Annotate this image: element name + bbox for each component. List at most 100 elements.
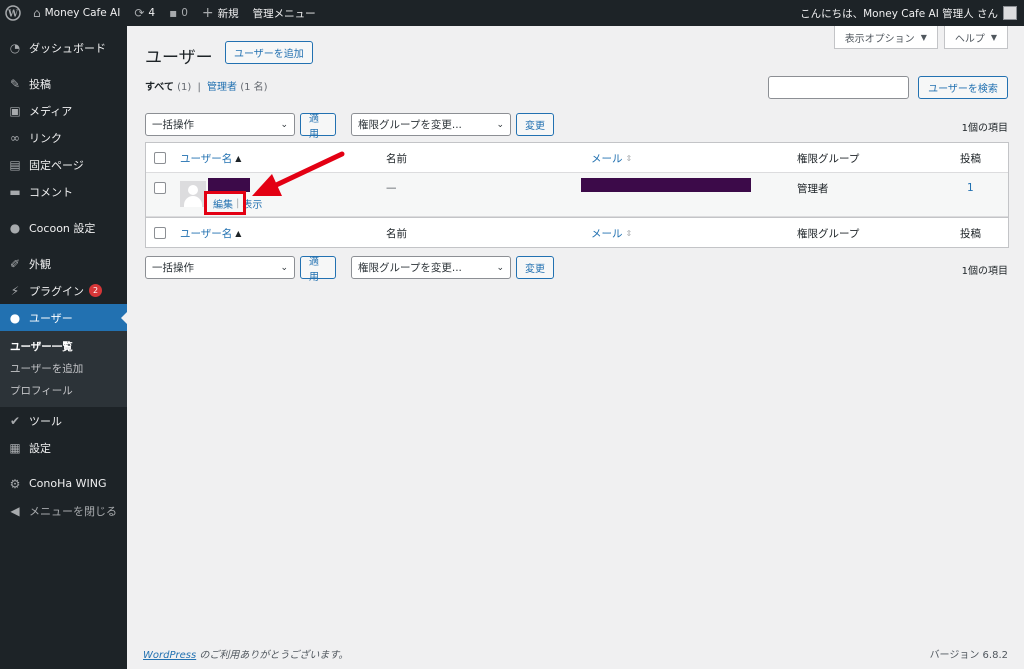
column-username[interactable]: ユーザー名 ▲ (180, 143, 241, 173)
sort-icon: ⇕ (625, 153, 633, 163)
filter-all-count: (1) (177, 82, 192, 93)
table-header: ユーザー名 ▲ 名前 メール ⇕ 権限グループ 投稿 (146, 143, 1008, 173)
apply-button-bottom[interactable]: 適用 (300, 256, 336, 283)
link-icon: ∞ (10, 130, 20, 145)
appearance-icon: ✐ (9, 256, 21, 271)
chevron-down-icon: ⌄ (496, 119, 504, 130)
role-change-value: 権限グループを変更... (358, 119, 462, 131)
table-footer: ユーザー名 ▲ 名前 メール ⇕ 権限グループ 投稿 (146, 217, 1008, 247)
column-role-label: 権限グループ (797, 227, 860, 240)
new-content-link[interactable]: + 新規 (195, 0, 246, 26)
site-name: Money Cafe AI (44, 7, 121, 19)
updates-icon: ⟳ (134, 6, 145, 20)
change-role-button-bottom[interactable]: 変更 (516, 256, 554, 279)
bulk-action-select-top[interactable]: 一括操作 ⌄ (145, 113, 295, 136)
sidebar-item-conoha[interactable]: ⚙ ConoHa WING (0, 470, 127, 497)
sidebar-item-label: プラグイン (29, 284, 84, 298)
name-cell: — (386, 173, 397, 203)
collapse-menu-button[interactable]: ◀ メニューを閉じる (0, 497, 127, 524)
column-email[interactable]: メール ⇕ (591, 143, 632, 173)
column-name-footer: 名前 (386, 218, 407, 248)
screen-meta-links: 表示オプション ▼ ヘルプ ▼ (833, 26, 1008, 49)
row-checkbox-cell (154, 173, 166, 203)
redacted-email[interactable] (581, 178, 751, 192)
admin-menu-label: 管理メニュー (252, 7, 316, 20)
new-label: 新規 (217, 7, 239, 20)
filter-admin[interactable]: 管理者 (207, 82, 237, 93)
select-all-checkbox[interactable] (154, 152, 166, 164)
bulk-action-value: 一括操作 (152, 262, 194, 274)
sidebar-item-dashboard[interactable]: ◔ ダッシュボード (0, 34, 127, 61)
sidebar-item-label: コメント (29, 185, 73, 199)
change-role-button-top[interactable]: 変更 (516, 113, 554, 136)
role-cell: 管理者 (797, 173, 829, 203)
sidebar-item-label: リンク (29, 131, 62, 145)
table-row: — 管理者 1 (146, 173, 1008, 217)
items-count-bottom: 1個の項目 (961, 266, 1008, 277)
wordpress-link[interactable]: WordPress (143, 650, 196, 661)
sidebar-item-media[interactable]: ▣ メディア (0, 97, 127, 124)
row-checkbox[interactable] (154, 182, 166, 194)
sidebar-item-label: メニューを閉じる (29, 504, 117, 518)
select-all-checkbox-cell (154, 218, 166, 248)
collapse-icon: ◀ (10, 503, 20, 518)
items-count-top: 1個の項目 (961, 123, 1008, 134)
sidebar-item-posts[interactable]: ✎ 投稿 (0, 70, 127, 97)
my-account-link[interactable]: こんにちは、Money Cafe AI 管理人 さん (793, 0, 1024, 26)
site-name-link[interactable]: ⌂ Money Cafe AI (26, 0, 127, 26)
cocoon-icon: ● (9, 220, 21, 235)
plugin-update-badge: 2 (89, 284, 102, 297)
sidebar-item-settings[interactable]: ▦ 設定 (0, 434, 127, 461)
submenu-profile[interactable]: プロフィール (0, 380, 127, 402)
bulk-action-select-bottom[interactable]: 一括操作 ⌄ (145, 256, 295, 279)
wordpress-logo-icon[interactable]: W (0, 0, 26, 26)
sidebar-item-appearance[interactable]: ✐ 外観 (0, 250, 127, 277)
comment-icon: ▬ (9, 184, 21, 199)
sidebar-item-plugins[interactable]: ⚡ プラグイン 2 (0, 277, 127, 304)
sidebar-item-label: ダッシュボード (29, 41, 106, 55)
sidebar-item-pages[interactable]: ▤ 固定ページ (0, 151, 127, 178)
search-users-button[interactable]: ユーザーを検索 (918, 76, 1008, 99)
admin-menu-link[interactable]: 管理メニュー (246, 0, 323, 26)
apply-button-top[interactable]: 適用 (300, 113, 336, 140)
sidebar-item-label: Cocoon 設定 (29, 221, 96, 235)
filter-all[interactable]: すべて (145, 82, 174, 93)
sort-icon: ▲ (235, 228, 242, 238)
users-submenu: ユーザー一覧 ユーザーを追加 プロフィール (0, 331, 127, 407)
column-role-label: 権限グループ (797, 152, 860, 165)
column-username-label: ユーザー名 (180, 227, 233, 240)
column-name: 名前 (386, 143, 407, 173)
footer-thanks: WordPress のご利用ありがとうございます。 (143, 646, 348, 661)
sidebar-item-links[interactable]: ∞ リンク (0, 124, 127, 151)
greeting: こんにちは、Money Cafe AI 管理人 さん (800, 7, 998, 20)
media-icon: ▣ (9, 103, 21, 118)
updates-link[interactable]: ⟳ 4 (127, 0, 162, 26)
bulk-action-value: 一括操作 (152, 119, 194, 131)
submenu-all-users[interactable]: ユーザー一覧 (0, 336, 127, 358)
role-change-value: 権限グループを変更... (358, 262, 462, 274)
plus-icon: + (201, 5, 214, 21)
column-posts-label: 投稿 (960, 227, 981, 240)
help-button[interactable]: ヘルプ ▼ (943, 26, 1008, 49)
comments-count: 0 (181, 7, 188, 19)
users-table: ユーザー名 ▲ 名前 メール ⇕ 権限グループ 投稿 — 管理者 1 ユーザー名 ▲ … (145, 142, 1009, 248)
select-all-checkbox-bottom[interactable] (154, 227, 166, 239)
screen-options-button[interactable]: 表示オプション ▼ (833, 26, 938, 49)
redacted-username[interactable] (208, 178, 250, 192)
posts-count-link[interactable]: 1 (967, 182, 974, 194)
sidebar-item-cocoon[interactable]: ● Cocoon 設定 (0, 214, 127, 241)
add-user-button[interactable]: ユーザーを追加 (225, 41, 313, 64)
search-input[interactable] (768, 76, 909, 99)
comments-link[interactable]: ▪ 0 (162, 0, 195, 26)
role-change-select-top[interactable]: 権限グループを変更... ⌄ (351, 113, 511, 136)
name-value: — (386, 182, 397, 194)
submenu-add-user[interactable]: ユーザーを追加 (0, 358, 127, 380)
sidebar-item-label: 投稿 (29, 77, 51, 91)
sidebar-item-users[interactable]: ● ユーザー (0, 304, 127, 331)
role-change-select-bottom[interactable]: 権限グループを変更... ⌄ (351, 256, 511, 279)
sidebar-item-tools[interactable]: ✔ ツール (0, 407, 127, 434)
column-email-label: メール (591, 152, 623, 165)
column-email-footer[interactable]: メール ⇕ (591, 218, 632, 248)
column-username-footer[interactable]: ユーザー名 ▲ (180, 218, 241, 248)
sidebar-item-comments[interactable]: ▬ コメント (0, 178, 127, 205)
